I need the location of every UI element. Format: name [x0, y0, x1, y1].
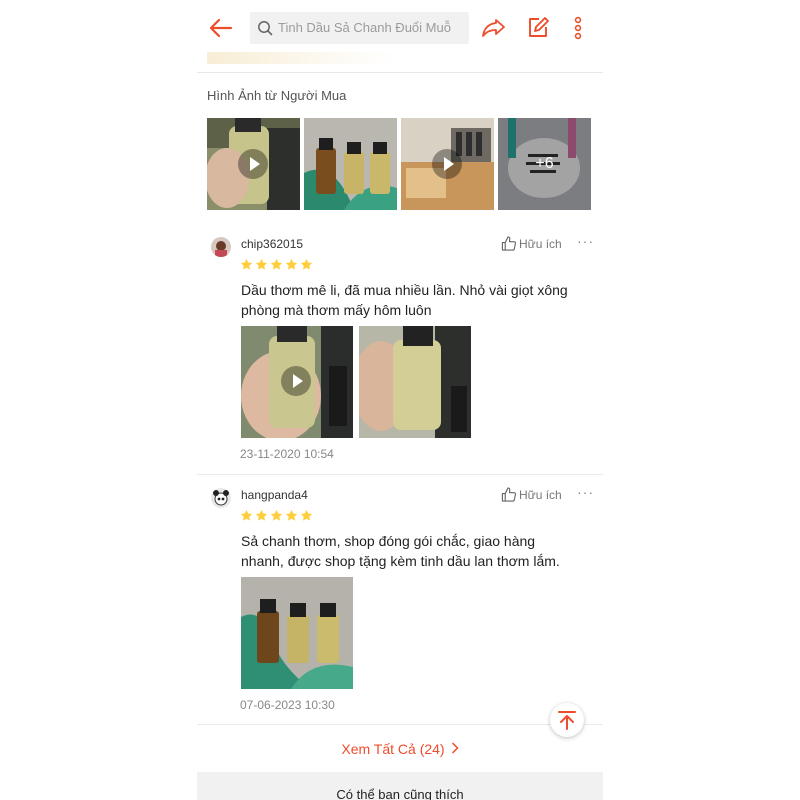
play-icon: [238, 149, 268, 179]
search-icon: [258, 21, 273, 36]
star-icon: [300, 509, 313, 521]
search-placeholder: Tinh Dầu Sả Chanh Đuổi Muỗ: [278, 20, 451, 35]
rating-summary-strip: [197, 52, 603, 73]
review-item: hangpanda4 Hữu ích ··· Sả chanh thơm, sh…: [197, 483, 603, 713]
review-photo[interactable]: [359, 326, 471, 438]
back-icon[interactable]: [207, 14, 235, 42]
play-icon: [432, 149, 462, 179]
star-icon: [285, 509, 298, 521]
gallery-video-1[interactable]: [207, 118, 300, 210]
reviewer-username[interactable]: chip362015: [241, 237, 303, 251]
helpful-label: Hữu ích: [519, 237, 562, 251]
top-bar: Tinh Dầu Sả Chanh Đuổi Muỗ: [197, 0, 603, 58]
edit-icon[interactable]: [526, 16, 550, 40]
avatar[interactable]: [211, 488, 231, 508]
thumbs-up-icon: [501, 236, 517, 251]
reviewer-username[interactable]: hangpanda4: [241, 488, 308, 502]
review-more-icon[interactable]: ···: [577, 233, 594, 249]
rating-stars: [240, 258, 315, 272]
review-text: Sả chanh thơm, shop đóng gói chắc, giao …: [241, 533, 560, 569]
star-icon: [300, 258, 313, 270]
share-icon[interactable]: [481, 15, 507, 41]
helpful-label: Hữu ích: [519, 488, 562, 502]
star-icon: [255, 258, 268, 270]
more-menu-icon[interactable]: [569, 14, 587, 42]
helpful-button[interactable]: Hữu ích: [501, 487, 562, 502]
star-icon: [240, 258, 253, 270]
star-icon: [285, 258, 298, 270]
review-photo[interactable]: [241, 577, 353, 689]
avatar[interactable]: [211, 237, 231, 257]
review-more-icon[interactable]: ···: [577, 484, 594, 500]
review-item: chip362015 Hữu ích ··· Dầu thơm mê li, đ…: [197, 232, 603, 462]
arrow-up-icon: [558, 711, 576, 730]
buyer-photos-title: Hình Ảnh từ Người Mua: [207, 88, 347, 103]
search-input[interactable]: Tinh Dầu Sả Chanh Đuổi Muỗ: [250, 12, 469, 44]
recommendations-header: Có thể bạn cũng thích: [197, 772, 603, 800]
star-icon: [240, 509, 253, 521]
review-timestamp: 23-11-2020 10:54: [240, 447, 334, 461]
review-video[interactable]: [241, 326, 353, 438]
star-icon: [270, 509, 283, 521]
review-text: Dầu thơm mê li, đã mua nhiều lần. Nhỏ và…: [241, 282, 568, 318]
buyer-photo-gallery: +6: [207, 118, 591, 210]
see-all-label: Xem Tất Cả (24): [341, 741, 445, 757]
more-photos-count: +6: [498, 118, 591, 210]
see-all-reviews-link[interactable]: Xem Tất Cả (24): [197, 734, 603, 764]
gallery-photo-more[interactable]: +6: [498, 118, 591, 210]
thumbs-up-icon: [501, 487, 517, 502]
helpful-button[interactable]: Hữu ích: [501, 236, 562, 251]
play-icon: [281, 366, 311, 396]
rating-stars: [240, 509, 315, 523]
gallery-photo-2[interactable]: [304, 118, 397, 210]
star-icon: [255, 509, 268, 521]
gallery-video-3[interactable]: [401, 118, 494, 210]
scroll-to-top-button[interactable]: [550, 703, 584, 737]
recommendations-title: Có thể bạn cũng thích: [336, 787, 464, 800]
divider: [197, 724, 603, 725]
product-reviews-screen: Tinh Dầu Sả Chanh Đuổi Muỗ Hình Ảnh từ N…: [197, 0, 603, 800]
divider: [197, 474, 603, 475]
chevron-right-icon: [451, 734, 459, 764]
review-timestamp: 07-06-2023 10:30: [240, 698, 335, 712]
star-icon: [270, 258, 283, 270]
